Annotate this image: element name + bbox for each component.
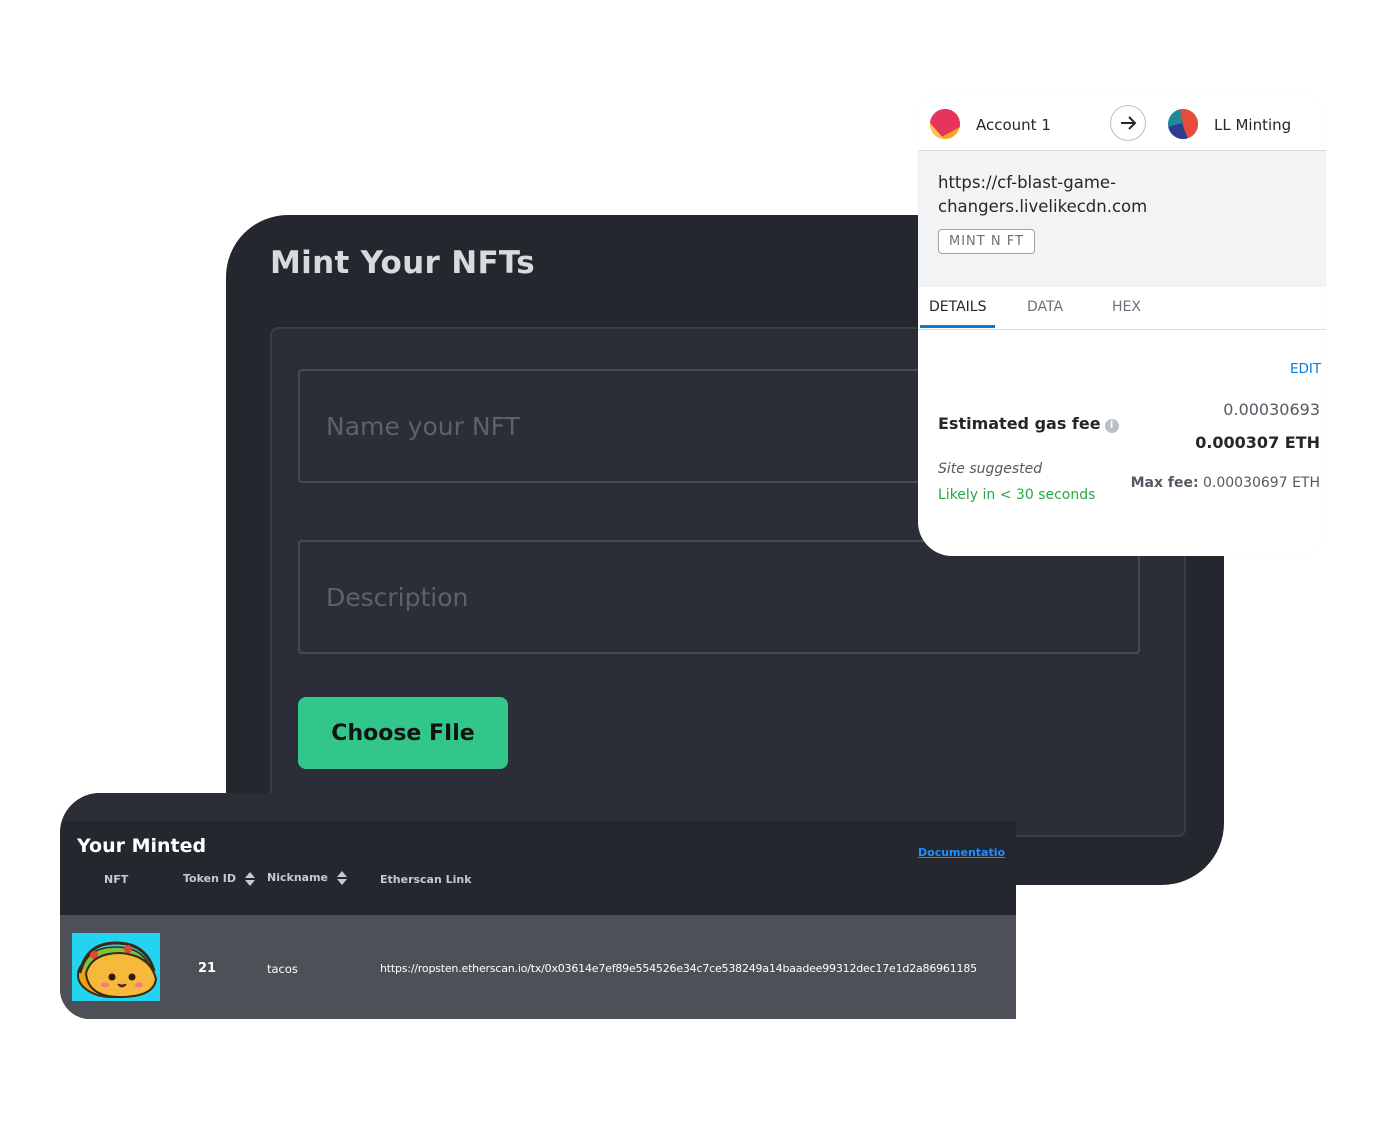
edit-gas-button[interactable]: EDIT	[1290, 361, 1321, 377]
mint-title: Mint Your NFTs	[270, 245, 536, 281]
column-label-etherscan: Etherscan Link	[380, 873, 472, 886]
table-row[interactable]: 21 tacos https://ropsten.etherscan.io/tx…	[60, 915, 1016, 1019]
taco-nft-image	[72, 933, 160, 1001]
to-account-name: LL Minting	[1214, 116, 1292, 134]
max-fee-label: Max fee:	[1130, 475, 1199, 491]
column-label-nft: NFT	[104, 873, 129, 886]
tab-data[interactable]: DATA	[1027, 299, 1063, 315]
tab-hex[interactable]: HEX	[1112, 299, 1141, 315]
site-suggested-label: Site suggested	[938, 461, 1043, 477]
gas-fee-primary: 0.000307 ETH	[1195, 433, 1320, 452]
column-header-token-id[interactable]: Token ID	[183, 871, 256, 887]
wallet-confirmation-popup: Account 1 LL Minting https://cf-blast-ga…	[918, 89, 1326, 556]
sort-icon[interactable]	[336, 870, 348, 886]
site-origin-area: https://cf-blast-game-changers.livelikec…	[918, 151, 1326, 287]
account-avatar-icon	[930, 109, 960, 139]
documentation-link[interactable]: Documentatio	[918, 846, 1005, 859]
gas-fee-secondary: 0.00030693	[1223, 400, 1320, 419]
arrow-right-icon	[1110, 105, 1146, 141]
column-header-nickname[interactable]: Nickname	[267, 870, 348, 886]
tab-details[interactable]: DETAILS	[929, 299, 986, 315]
recipient-avatar-icon	[1168, 109, 1198, 139]
choose-file-button[interactable]: Choose FIle	[298, 697, 508, 769]
column-label-token-id: Token ID	[183, 872, 236, 885]
column-header-etherscan: Etherscan Link	[380, 873, 472, 886]
minted-panel: Your Minted Documentatio NFT Token ID Ni…	[60, 793, 1016, 1019]
site-url: https://cf-blast-game-changers.livelikec…	[938, 173, 1148, 216]
method-badge: MINT N FT	[938, 229, 1035, 254]
column-label-nickname: Nickname	[267, 871, 328, 884]
minted-table-header: Your Minted Documentatio NFT Token ID Ni…	[60, 793, 1016, 915]
sort-icon[interactable]	[244, 871, 256, 887]
max-fee-value: 0.00030697 ETH	[1203, 475, 1320, 491]
column-header-nft: NFT	[104, 873, 128, 886]
etherscan-link-cell[interactable]: https://ropsten.etherscan.io/tx/0x03614e…	[380, 962, 977, 975]
info-icon[interactable]: i	[1104, 419, 1119, 433]
account-bar: Account 1 LL Minting	[918, 89, 1326, 151]
nickname-cell: tacos	[267, 962, 298, 976]
gas-fee-label: Estimated gas fee	[938, 414, 1101, 433]
active-tab-indicator	[920, 325, 995, 328]
minted-title: Your Minted	[77, 835, 207, 857]
minted-top-band	[60, 793, 1016, 821]
wallet-tabs: DETAILS DATA HEX	[918, 287, 1326, 330]
gas-fee-row: Estimated gas fee i	[938, 414, 1119, 433]
from-account-name: Account 1	[976, 116, 1051, 134]
nft-description-input[interactable]	[298, 540, 1140, 654]
likely-time-label: Likely in < 30 seconds	[938, 487, 1096, 503]
token-id-cell: 21	[198, 961, 217, 976]
max-fee-row: Max fee: 0.00030697 ETH	[1131, 475, 1320, 491]
